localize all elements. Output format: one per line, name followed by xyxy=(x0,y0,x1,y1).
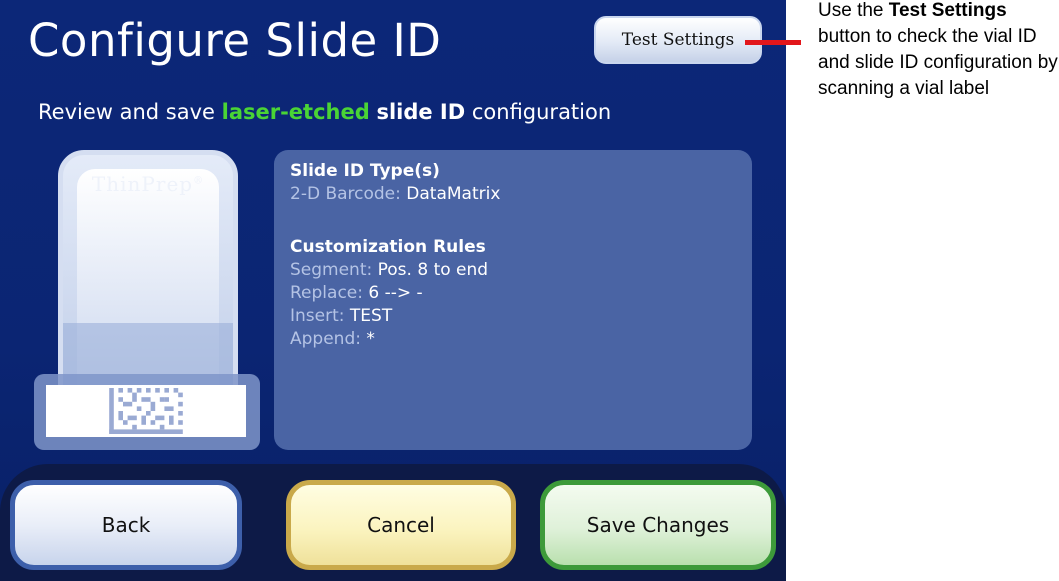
info-value: TEST xyxy=(349,306,393,326)
save-changes-button[interactable]: Save Changes xyxy=(540,480,776,570)
subtitle-highlight: laser-etched xyxy=(221,100,370,124)
callout-text-start: Use the xyxy=(818,0,889,21)
page-subtitle: Review and save laser-etched slide ID co… xyxy=(38,100,611,124)
info-value: 6 --> - xyxy=(368,283,423,303)
section-heading: Customization Rules xyxy=(290,237,486,257)
info-row: Replace: 6 --> - xyxy=(290,282,488,305)
info-value: DataMatrix xyxy=(406,184,501,204)
info-row: Append: * xyxy=(290,328,488,351)
info-key: Insert: xyxy=(290,306,345,326)
datamatrix-barcode-icon xyxy=(109,388,183,434)
subtitle-bold: slide ID xyxy=(376,100,466,124)
callout-text: Use the Test Settings button to check th… xyxy=(818,0,1058,102)
info-value: * xyxy=(366,329,375,349)
info-key: Replace: xyxy=(290,283,363,303)
subtitle-text: Review and save xyxy=(38,100,222,124)
slide-id-type-section: Slide ID Type(s) 2-D Barcode: DataMatrix xyxy=(290,160,500,206)
back-button[interactable]: Back xyxy=(10,480,242,570)
callout-pointer-line xyxy=(745,40,801,45)
page-title: Configure Slide ID xyxy=(28,14,442,67)
info-row: 2-D Barcode: DataMatrix xyxy=(290,183,500,206)
info-row: Insert: TEST xyxy=(290,305,488,328)
info-key: Append: xyxy=(290,329,361,349)
slide-id-info-panel: Slide ID Type(s) 2-D Barcode: DataMatrix… xyxy=(274,150,752,450)
info-key: 2-D Barcode: xyxy=(290,184,401,204)
info-value: Pos. 8 to end xyxy=(377,260,489,280)
info-row: Segment: Pos. 8 to end xyxy=(290,259,488,282)
test-settings-button[interactable]: Test Settings xyxy=(594,16,762,64)
callout-text-end: button to check the vial ID and slide ID… xyxy=(818,26,1058,99)
subtitle-text-end: configuration xyxy=(465,100,612,124)
section-heading: Slide ID Type(s) xyxy=(290,161,440,181)
slide-brand-mark: ® xyxy=(193,175,205,187)
callout-text-bold: Test Settings xyxy=(888,0,1007,21)
slide-brand-text: ThinPrep® xyxy=(58,172,238,196)
slide-brand-name: ThinPrep xyxy=(91,172,194,196)
customization-rules-section: Customization Rules Segment: Pos. 8 to e… xyxy=(290,236,488,351)
device-screen: Configure Slide ID Test Settings Review … xyxy=(0,0,786,581)
cancel-button[interactable]: Cancel xyxy=(286,480,516,570)
info-key: Segment: xyxy=(290,260,373,280)
